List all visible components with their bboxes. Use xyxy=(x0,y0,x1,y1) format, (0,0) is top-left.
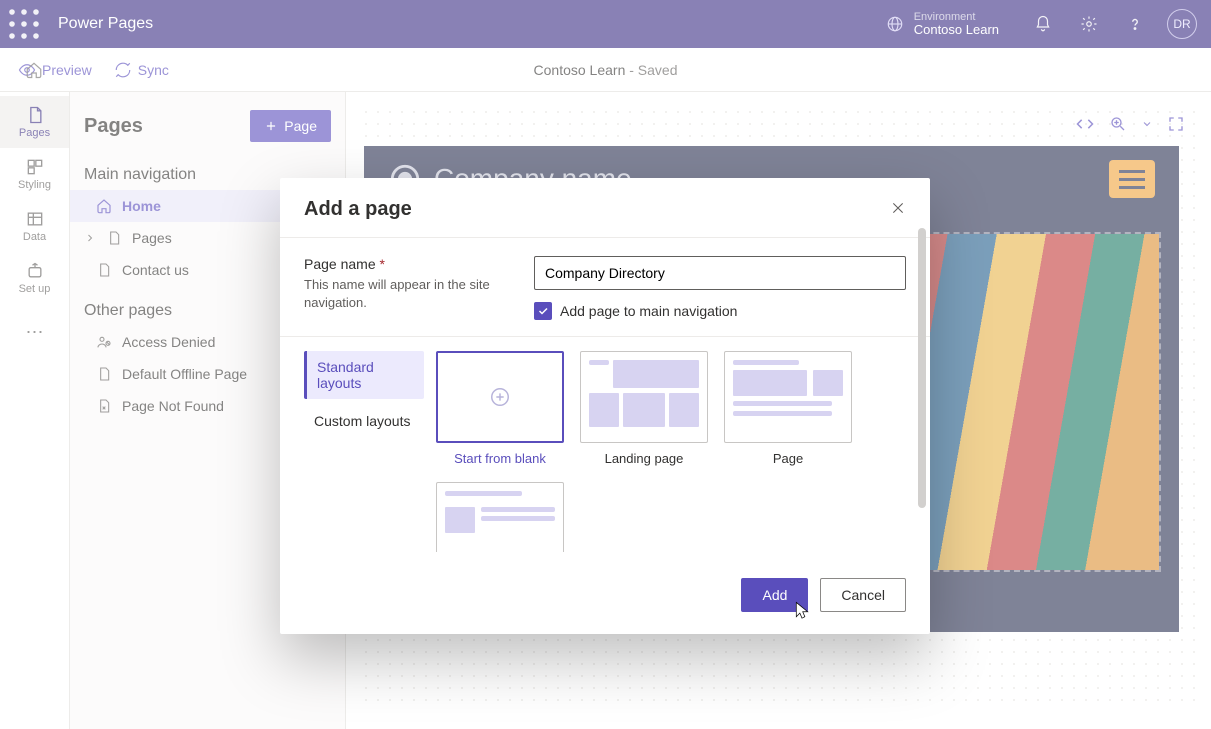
rail-styling-label: Styling xyxy=(18,179,51,191)
rail-data-label: Data xyxy=(23,231,46,243)
nav-item-label: Access Denied xyxy=(122,334,215,350)
fullscreen-icon[interactable] xyxy=(1167,115,1185,133)
rail-setup[interactable]: Set up xyxy=(0,252,69,304)
layout-extra[interactable] xyxy=(436,482,564,552)
app-launcher-icon[interactable] xyxy=(8,8,40,40)
rail-styling[interactable]: Styling xyxy=(0,148,69,200)
layout-page[interactable]: Page xyxy=(724,351,852,466)
cancel-button[interactable]: Cancel xyxy=(820,578,906,612)
checkbox-label: Add page to main navigation xyxy=(560,303,737,319)
save-status: - Saved xyxy=(625,62,677,78)
add-to-nav-checkbox[interactable] xyxy=(534,302,552,320)
layout-landing-page[interactable]: Landing page xyxy=(580,351,708,466)
environment-name: Contoso Learn xyxy=(914,23,999,37)
add-page-dialog: Add a page Page name * This name will ap… xyxy=(280,178,930,634)
sync-button[interactable]: Sync xyxy=(114,61,169,79)
nav-item-label: Page Not Found xyxy=(122,398,224,414)
preview-label: Preview xyxy=(42,62,92,78)
top-app-bar: Power Pages Environment Contoso Learn DR xyxy=(0,0,1211,48)
close-icon[interactable] xyxy=(890,200,906,219)
add-button[interactable]: Add xyxy=(741,578,808,612)
layout-label: Page xyxy=(724,451,852,466)
page-name-input[interactable] xyxy=(534,256,906,290)
workspace-rail: Pages Styling Data Set up ⋯ xyxy=(0,92,70,729)
rail-data[interactable]: Data xyxy=(0,200,69,252)
rail-pages[interactable]: Pages xyxy=(0,96,69,148)
code-view-icon[interactable] xyxy=(1075,114,1095,134)
help-icon[interactable] xyxy=(1121,10,1149,38)
app-title: Power Pages xyxy=(54,15,153,33)
environment-switcher[interactable]: Environment Contoso Learn xyxy=(886,11,999,37)
rail-more-icon[interactable]: ⋯ xyxy=(0,304,69,356)
zoom-dropdown-icon[interactable] xyxy=(1141,118,1153,130)
chevron-right-icon xyxy=(84,230,96,246)
tab-standard-layouts[interactable]: Standard layouts xyxy=(304,351,424,399)
sync-label: Sync xyxy=(138,62,169,78)
nav-item-label: Default Offline Page xyxy=(122,366,247,382)
site-name: Contoso Learn xyxy=(534,62,626,78)
nav-item-label: Pages xyxy=(132,230,172,246)
page-name-hint: This name will appear in the site naviga… xyxy=(304,276,514,311)
breadcrumb: Contoso Learn - Saved xyxy=(534,62,678,78)
rail-pages-label: Pages xyxy=(19,127,50,139)
environment-label: Environment xyxy=(914,11,999,23)
hamburger-menu-icon[interactable] xyxy=(1109,160,1155,198)
add-page-button-label: Page xyxy=(284,118,317,134)
tab-custom-layouts[interactable]: Custom layouts xyxy=(304,405,424,437)
pages-panel-title: Pages xyxy=(84,115,143,138)
rail-setup-label: Set up xyxy=(19,283,51,295)
notifications-icon[interactable] xyxy=(1029,10,1057,38)
settings-gear-icon[interactable] xyxy=(1075,10,1103,38)
page-name-label: Page name * xyxy=(304,256,514,272)
layout-start-from-blank[interactable]: Start from blank xyxy=(436,351,564,466)
zoom-icon[interactable] xyxy=(1109,115,1127,133)
home-icon[interactable] xyxy=(20,56,48,84)
dialog-title: Add a page xyxy=(304,198,412,221)
add-page-button[interactable]: Page xyxy=(250,110,331,142)
dialog-scrollbar[interactable] xyxy=(918,228,926,508)
sub-header: Contoso Learn - Saved Preview Sync xyxy=(0,48,1211,92)
layout-label: Landing page xyxy=(580,451,708,466)
layout-label: Start from blank xyxy=(436,451,564,466)
user-avatar[interactable]: DR xyxy=(1167,9,1197,39)
nav-item-label: Home xyxy=(122,198,161,214)
nav-item-label: Contact us xyxy=(122,262,189,278)
